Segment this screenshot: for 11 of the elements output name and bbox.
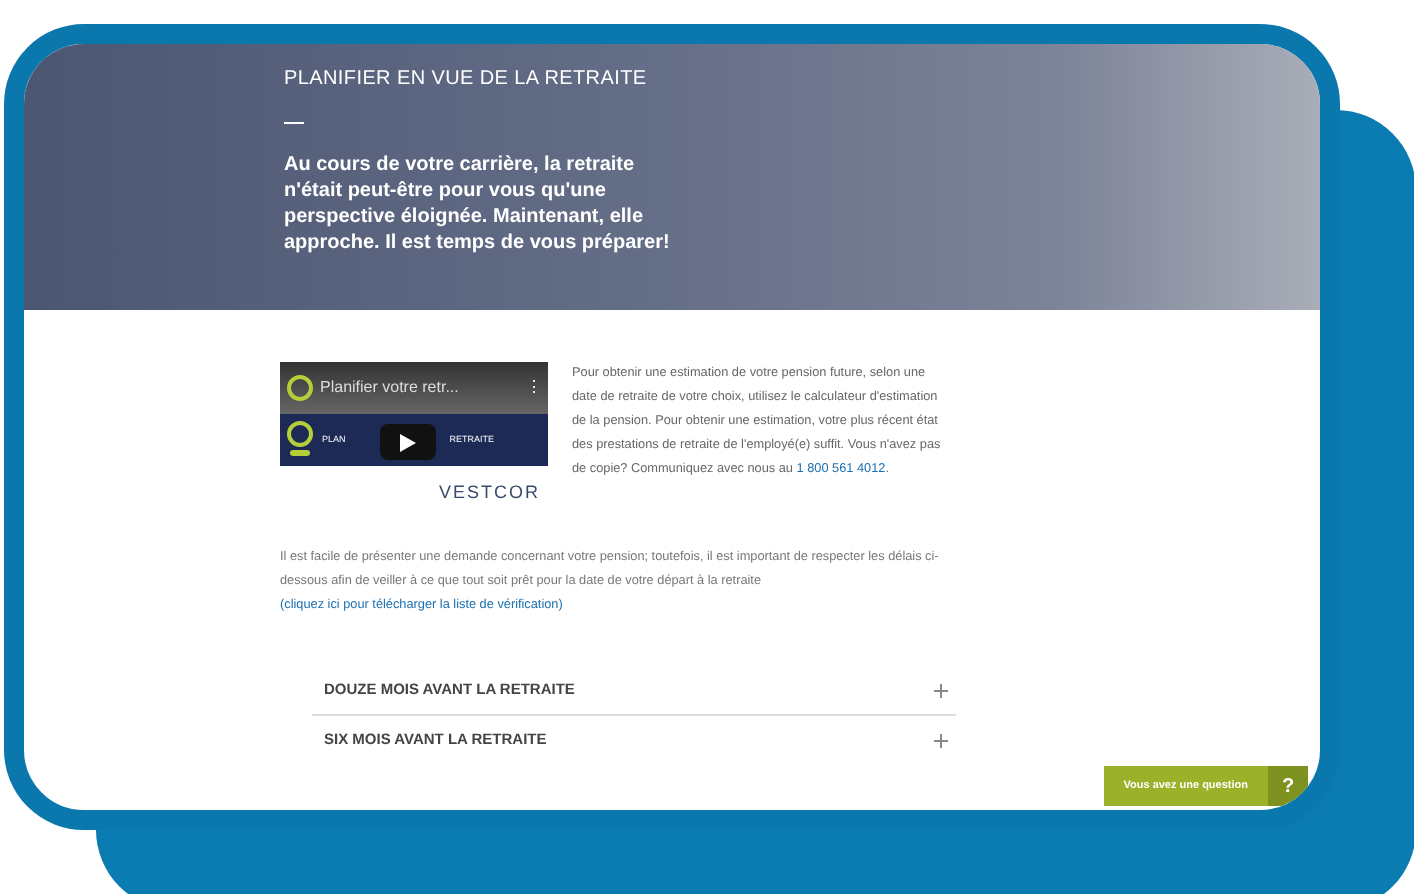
hero-title: PLANIFIER EN VUE DE LA RETRAITE <box>284 66 649 94</box>
ring-logo-icon <box>286 420 314 460</box>
play-button[interactable] <box>380 424 436 460</box>
hero-text: Au cours de votre carrière, la retraite n'était peut-être pour vous qu'une perspective éloignée. Maintenant, elle approche. Il est temps de vous préparer! <box>284 152 672 256</box>
ring-logo-icon <box>286 374 314 402</box>
brand-logo: VESTCOR <box>438 480 540 507</box>
plus-icon <box>934 683 948 697</box>
menu-icon[interactable]: ⋮ <box>526 376 542 400</box>
plus-icon <box>934 733 948 747</box>
play-icon <box>400 433 416 451</box>
video-title: Planifier votre retr... <box>320 376 459 400</box>
